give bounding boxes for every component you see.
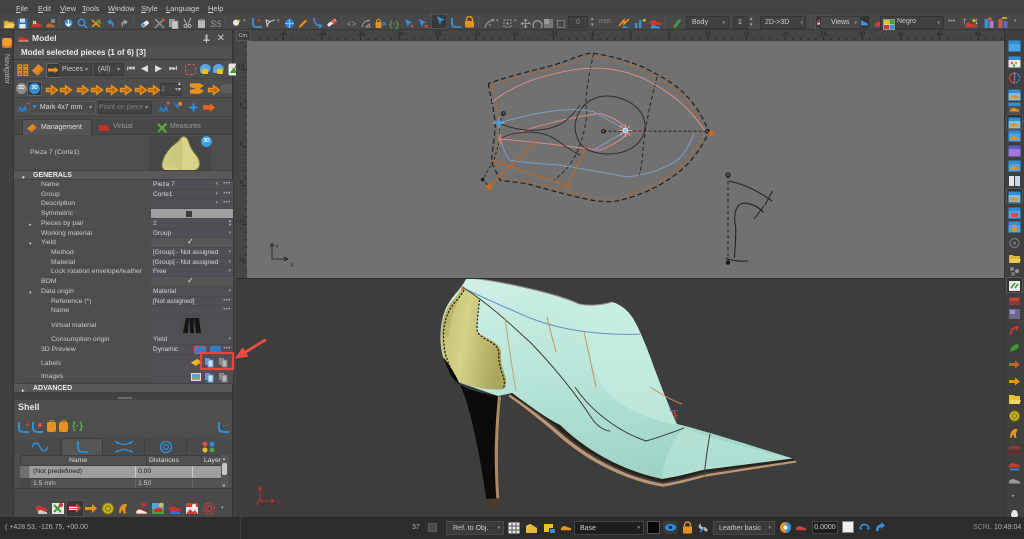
svg-text:0: 0 [240, 142, 243, 148]
svg-text:5: 5 [668, 32, 671, 38]
svg-text:-15: -15 [237, 257, 244, 263]
svg-text:...: ... [223, 422, 228, 428]
svg-text:20: 20 [782, 32, 788, 38]
svg-text:{·}: {·} [389, 19, 399, 29]
svg-text:-25: -25 [434, 32, 442, 38]
svg-text:-45: -45 [279, 32, 287, 38]
svg-text:35: 35 [898, 32, 904, 38]
svg-text:15: 15 [743, 32, 749, 38]
svg-text:0: 0 [629, 32, 632, 38]
svg-text:-10: -10 [237, 219, 244, 225]
svg-text:-15: -15 [511, 32, 519, 38]
svg-text:X: X [290, 263, 294, 269]
svg-text:25: 25 [821, 32, 827, 38]
svg-text:10: 10 [238, 64, 244, 70]
svg-text:-5: -5 [590, 32, 595, 38]
svg-text:x: x [277, 501, 280, 507]
svg-text:-20: -20 [472, 32, 480, 38]
svg-text:+: + [257, 18, 261, 25]
svg-text:10: 10 [705, 32, 711, 38]
svg-text:-30: -30 [395, 32, 403, 38]
svg-text:Y: Y [275, 245, 279, 251]
svg-text:+: + [25, 421, 30, 429]
svg-text:5: 5 [240, 103, 243, 109]
svg-text:SS: SS [210, 19, 221, 29]
svg-text:-5: -5 [239, 180, 244, 186]
svg-text:45: 45 [975, 32, 981, 38]
svg-text:-10: -10 [550, 32, 558, 38]
svg-text:<>: <> [347, 20, 357, 29]
svg-text:-35: -35 [357, 32, 365, 38]
svg-text:30: 30 [859, 32, 865, 38]
svg-text:-40: -40 [318, 32, 326, 38]
svg-text:40: 40 [936, 32, 942, 38]
